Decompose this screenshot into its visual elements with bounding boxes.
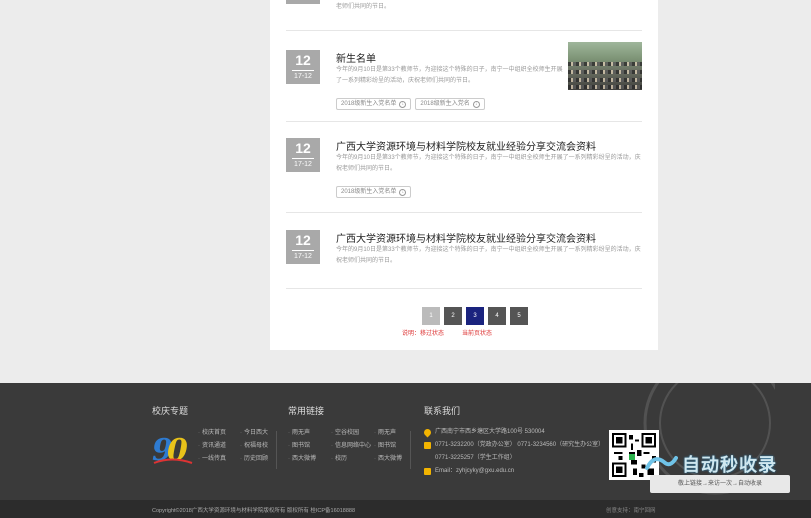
credit-text[interactable]: 创意支持：南宁回网 (606, 506, 656, 514)
attachment-tag[interactable]: 2018级新生入党名单 ↓ (336, 98, 412, 110)
footer-link[interactable]: 校历 (331, 453, 371, 466)
footer-heading-links: 常用链接 (288, 406, 325, 416)
news-desc: 今年的9月10日是第33个教师节，为迎接这个特殊的日子，南宁一中组织全校师生开展… (336, 67, 563, 84)
date-badge: 12 17-12 (286, 138, 320, 172)
news-desc: 老师们共同的节日。 (336, 4, 391, 10)
page-button[interactable]: 5 (510, 307, 528, 325)
footer-link[interactable]: 西大微博 (374, 453, 402, 466)
footer-heading-contact: 联系我们 (424, 406, 461, 416)
divider (276, 431, 277, 469)
contact-info: 广西南宁市西乡塘区大学路100号 530004 0771-3232200（党政办… (422, 426, 604, 478)
news-desc: 今年的9月10日是第33个教师节，为迎接这个特殊的日子，南宁一中组织全校师生开展… (336, 155, 641, 172)
email-icon (424, 468, 431, 475)
footer-link[interactable]: 校庆首页 (198, 427, 226, 440)
news-desc: 今年的9月10日是第33个教师节，为迎接这个特殊的日子，南宁一中组织全校师生开展… (336, 247, 641, 264)
divider (286, 212, 642, 213)
footer-link[interactable]: 信息网络中心 (331, 440, 371, 453)
download-icon: ↓ (399, 188, 407, 196)
page-button[interactable]: 4 (488, 307, 506, 325)
footer-link[interactable]: 历史回顾 (240, 453, 268, 466)
brand-watermark-badge[interactable]: 自动秒收录 敬上链接→来访一次→自动收录 (642, 449, 792, 497)
news-thumbnail[interactable] (568, 42, 642, 90)
page-button[interactable]: 2 (444, 307, 462, 325)
news-list-card: 12 17-12 老师们共同的节日。 12 17-12 新生名单 今年的9月10… (270, 0, 658, 350)
divider (286, 30, 642, 31)
news-title[interactable]: 新生名单 (336, 50, 376, 65)
download-icon: ↓ (399, 100, 407, 108)
download-icon: ↓ (472, 100, 480, 108)
copyright-text: Copyright©2018广西大学资源环境与材料学院版权所有 版权所有 桂IC… (152, 508, 356, 514)
date-badge: 12 17-12 (286, 0, 320, 4)
attachment-tag[interactable]: 2018级新生入党名 ↓ (415, 98, 485, 110)
news-title[interactable]: 广西大学资源环境与材料学院校友就业经验分享交流会资料 (336, 230, 596, 245)
footer-link[interactable]: 图书馆 (288, 440, 316, 453)
phone-icon (424, 442, 431, 449)
divider (286, 121, 642, 122)
footer-link[interactable]: 雨无声 (288, 427, 316, 440)
footer-link[interactable]: 空谷校园 (331, 427, 371, 440)
pagination-legend: 说明：移过状态 当前页状态 (402, 331, 493, 337)
footer-link[interactable]: 雨无声 (374, 427, 402, 440)
footer-link[interactable]: 资讯通道 (198, 440, 226, 453)
date-badge: 12 17-12 (286, 230, 320, 264)
anniversary-logo-icon: 9 0 (152, 433, 193, 466)
page-button-current[interactable]: 3 (466, 307, 484, 325)
footer-link[interactable]: 祝福母校 (240, 440, 268, 453)
location-icon (422, 427, 433, 438)
date-badge: 12 17-12 (286, 50, 320, 84)
copyright-bar: Copyright©2018广西大学资源环境与材料学院版权所有 版权所有 桂IC… (0, 500, 811, 518)
footer-link[interactable]: 今日西大 (240, 427, 268, 440)
footer-link[interactable]: 一线传真 (198, 453, 226, 466)
footer-link[interactable]: 图书馆 (374, 440, 402, 453)
footer-heading-anniversary: 校庆专题 (152, 406, 189, 416)
divider (410, 431, 411, 469)
divider (286, 288, 642, 289)
footer-link[interactable]: 西大微博 (288, 453, 316, 466)
brand-logo-icon (645, 456, 678, 470)
news-title[interactable]: 广西大学资源环境与材料学院校友就业经验分享交流会资料 (336, 138, 596, 153)
page-button[interactable]: 1 (422, 307, 440, 325)
pagination: 1 2 3 4 5 (422, 307, 528, 325)
attachment-tag[interactable]: 2018级新生入党名单 ↓ (336, 186, 412, 198)
